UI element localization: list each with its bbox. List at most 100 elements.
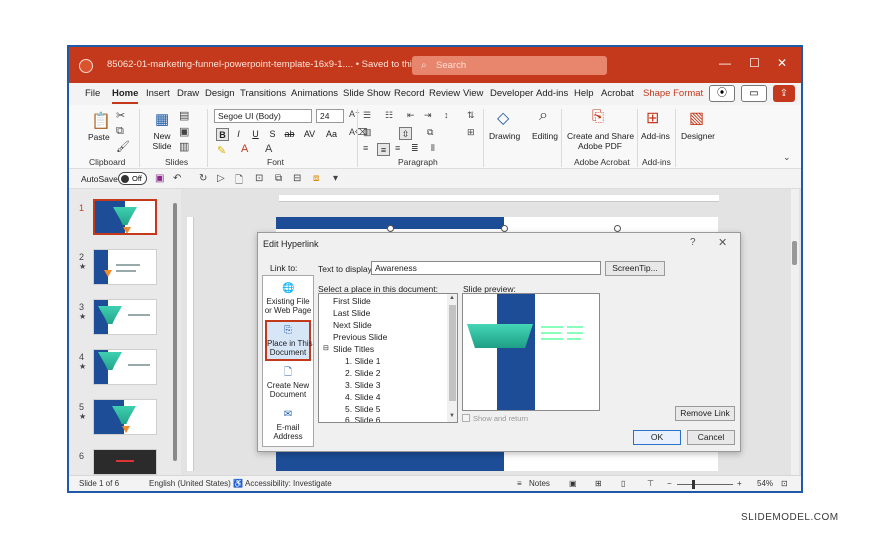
slide-sorter-icon[interactable]: ⊞ [595, 479, 602, 488]
drawing-button[interactable]: Drawing [489, 131, 520, 141]
zoom-in-icon[interactable]: + [737, 479, 742, 488]
selection-handle[interactable] [387, 225, 394, 232]
autosave-toggle[interactable]: Off [118, 172, 147, 185]
slide-thumbnail-5[interactable] [93, 399, 157, 435]
create-new-document-option[interactable]: 🗋 Create New Document [263, 366, 313, 399]
tab-home[interactable]: Home [112, 88, 139, 104]
normal-view-icon[interactable]: ▣ [569, 479, 577, 488]
canvas-scrollbar[interactable] [791, 189, 799, 475]
cancel-button[interactable]: Cancel [687, 430, 735, 445]
bullets-icon[interactable]: ☰ [363, 110, 371, 121]
tab-add-ins[interactable]: Add-ins [536, 88, 568, 99]
document-title[interactable]: 85062-01-marketing-funnel-powerpoint-tem… [107, 59, 443, 70]
tree-item[interactable]: 3. Slide 3 [345, 380, 380, 390]
remove-link-button[interactable]: Remove Link [675, 406, 735, 421]
zoom-slider[interactable] [677, 484, 733, 485]
tab-help[interactable]: Help [574, 88, 594, 99]
collapse-ribbon-icon[interactable]: ⌄ [783, 152, 791, 163]
close-icon[interactable]: ✕ [777, 56, 787, 70]
paste-button[interactable]: Paste [88, 132, 110, 142]
text-to-display-input[interactable]: Awareness [371, 261, 601, 275]
show-and-return-checkbox[interactable] [462, 414, 470, 422]
align-left-icon[interactable]: ≡ [363, 143, 368, 153]
distribute-icon[interactable]: ⫴ [431, 143, 435, 154]
editing-button[interactable]: Editing [532, 131, 558, 141]
tab-file[interactable]: File [85, 88, 100, 99]
tab-developer[interactable]: Developer [490, 88, 533, 99]
search-box[interactable]: ⌕ Search [412, 56, 607, 75]
tree-scroll-thumb[interactable] [449, 305, 456, 401]
place-tree[interactable]: First Slide Last Slide Next Slide Previo… [318, 293, 458, 423]
designer-icon[interactable]: ▧ [689, 108, 704, 128]
thumbnails-scroll-thumb[interactable] [173, 203, 177, 461]
ok-button[interactable]: OK [633, 430, 681, 445]
screentip-button[interactable]: ScreenTip... [605, 261, 665, 276]
scroll-up-icon[interactable]: ▲ [449, 295, 455, 301]
tree-item[interactable]: 5. Slide 5 [345, 404, 380, 414]
line-spacing-icon[interactable]: ↕ [444, 110, 449, 120]
new-file-icon[interactable]: 🗋 [235, 173, 243, 190]
italic-icon[interactable]: I [232, 128, 245, 141]
minimize-icon[interactable]: — [719, 56, 731, 70]
columns-icon[interactable]: ▥ [363, 127, 372, 138]
undo-icon[interactable]: ↶ [173, 173, 181, 184]
tab-slide-show[interactable]: Slide Show [343, 88, 391, 99]
highlighter-icon[interactable]: ✎ [217, 144, 226, 157]
underline-icon[interactable]: U [249, 128, 262, 141]
increase-indent-icon[interactable]: ⇥ [424, 110, 432, 121]
layout-icon[interactable]: ▤ [179, 109, 189, 122]
align-right-icon[interactable]: ≡ [395, 143, 400, 153]
existing-file-option[interactable]: 🌐 Existing File or Web Page [263, 282, 313, 315]
new-slide-button[interactable]: New Slide [149, 131, 175, 151]
tab-animations[interactable]: Animations [291, 88, 338, 99]
copy-icon[interactable]: ⧉ [116, 125, 124, 138]
font-size-combo[interactable]: 24 [316, 109, 344, 123]
paste-icon[interactable]: 📋 [91, 111, 111, 131]
slide-thumbnail-4[interactable] [93, 349, 157, 385]
slide-thumbnail-1[interactable] [93, 199, 157, 235]
format-painter-icon[interactable]: 🖌 [116, 140, 130, 153]
scroll-down-icon[interactable]: ▼ [449, 413, 455, 419]
tab-view[interactable]: View [463, 88, 483, 99]
zoom-level[interactable]: 54% [757, 479, 773, 488]
add-ins-icon[interactable]: ⊞ [646, 108, 659, 128]
start-slideshow-icon[interactable]: ▷ [217, 173, 225, 184]
strikethrough-icon[interactable]: ab [283, 128, 296, 141]
reading-view-icon[interactable]: ▯ [621, 479, 625, 488]
maximize-icon[interactable]: ☐ [749, 56, 760, 70]
open-icon[interactable]: ⧉ [275, 173, 282, 184]
place-in-document-option[interactable]: ⎘ Place in This Document [265, 320, 313, 361]
text-direction-icon[interactable]: ⇅ [467, 110, 475, 121]
tab-shape-format[interactable]: Shape Format [643, 88, 703, 99]
collapse-icon[interactable]: ⊟ [323, 344, 329, 352]
email-address-option[interactable]: ✉ E-mail Address [263, 408, 313, 441]
highlight-color-icon[interactable]: A [265, 143, 272, 155]
customize-qat-icon[interactable]: ▾ [333, 173, 338, 184]
numbering-icon[interactable]: ☷ [385, 110, 393, 121]
comments-button[interactable]: ▭ [741, 85, 767, 102]
canvas-scroll-thumb[interactable] [792, 241, 797, 265]
help-icon[interactable]: ? [690, 237, 696, 248]
tab-draw[interactable]: Draw [177, 88, 199, 99]
reset-icon[interactable]: ▣ [179, 125, 189, 138]
slide-thumbnail-6[interactable] [93, 449, 157, 475]
tree-item[interactable]: 1. Slide 1 [345, 356, 380, 366]
tree-item[interactable]: Previous Slide [333, 332, 387, 342]
drawing-icon[interactable]: ◇ [497, 108, 509, 128]
tab-design[interactable]: Design [205, 88, 235, 99]
align-text-icon[interactable]: ⇳ [399, 127, 412, 140]
slide-thumbnail-3[interactable] [93, 299, 157, 335]
tree-item[interactable]: First Slide [333, 296, 371, 306]
tree-item[interactable]: 2. Slide 2 [345, 368, 380, 378]
save-icon[interactable]: ▣ [155, 173, 164, 184]
picture-icon[interactable]: ⊡ [255, 173, 263, 184]
section-icon[interactable]: ▥ [179, 140, 189, 153]
slideshow-view-icon[interactable]: ⊤ [647, 479, 654, 488]
selection-handle[interactable] [614, 225, 621, 232]
close-icon[interactable]: ✕ [718, 236, 727, 249]
tree-item[interactable]: 6. Slide 6 [345, 415, 380, 422]
change-case-icon[interactable]: Aa [325, 128, 338, 141]
tab-record[interactable]: Record [394, 88, 425, 99]
align-icon[interactable]: ⊞ [467, 127, 475, 138]
slide-thumbnail-2[interactable] [93, 249, 157, 285]
